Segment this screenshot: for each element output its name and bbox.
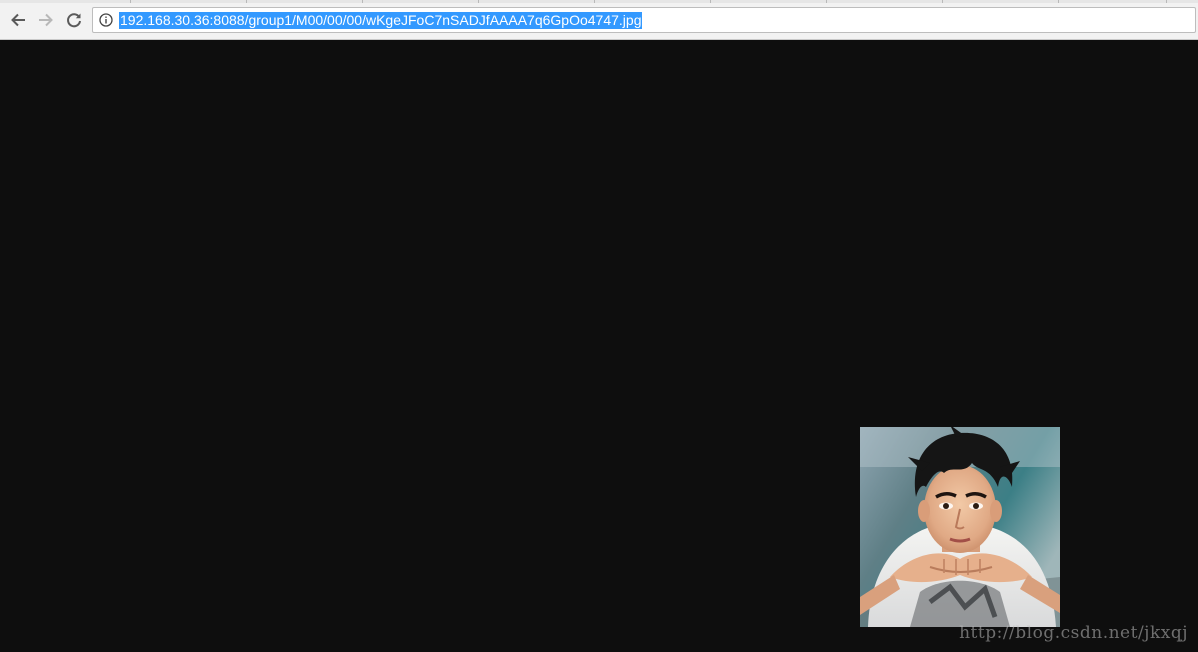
address-bar[interactable]: 192.168.30.36:8088/group1/M00/00/00/wKge… xyxy=(92,7,1196,33)
tab-separator xyxy=(478,0,479,3)
tab-separator xyxy=(130,0,131,3)
tab-separator xyxy=(246,0,247,3)
arrow-right-icon xyxy=(39,13,53,27)
tab-separator xyxy=(826,0,827,3)
reload-icon xyxy=(67,13,81,28)
tab-separator xyxy=(942,0,943,3)
tab-separator xyxy=(1166,0,1167,3)
tab-separator xyxy=(362,0,363,3)
info-icon[interactable] xyxy=(99,13,113,27)
page-viewport: http://blog.csdn.net/jkxqj xyxy=(0,40,1198,652)
tab-separator xyxy=(710,0,711,3)
reload-button[interactable] xyxy=(63,9,85,31)
tab-separator xyxy=(1058,0,1059,3)
portrait-image xyxy=(860,427,1060,627)
forward-button[interactable] xyxy=(35,9,57,31)
url-text[interactable]: 192.168.30.36:8088/group1/M00/00/00/wKge… xyxy=(119,12,643,29)
watermark-text: http://blog.csdn.net/jkxqj xyxy=(959,623,1188,643)
tab-separator xyxy=(594,0,595,3)
tab-strip xyxy=(0,0,1198,3)
browser-toolbar: 192.168.30.36:8088/group1/M00/00/00/wKge… xyxy=(0,0,1198,40)
portrait-photo-graphic xyxy=(860,427,1060,627)
back-button[interactable] xyxy=(7,9,29,31)
arrow-left-icon xyxy=(11,13,25,27)
